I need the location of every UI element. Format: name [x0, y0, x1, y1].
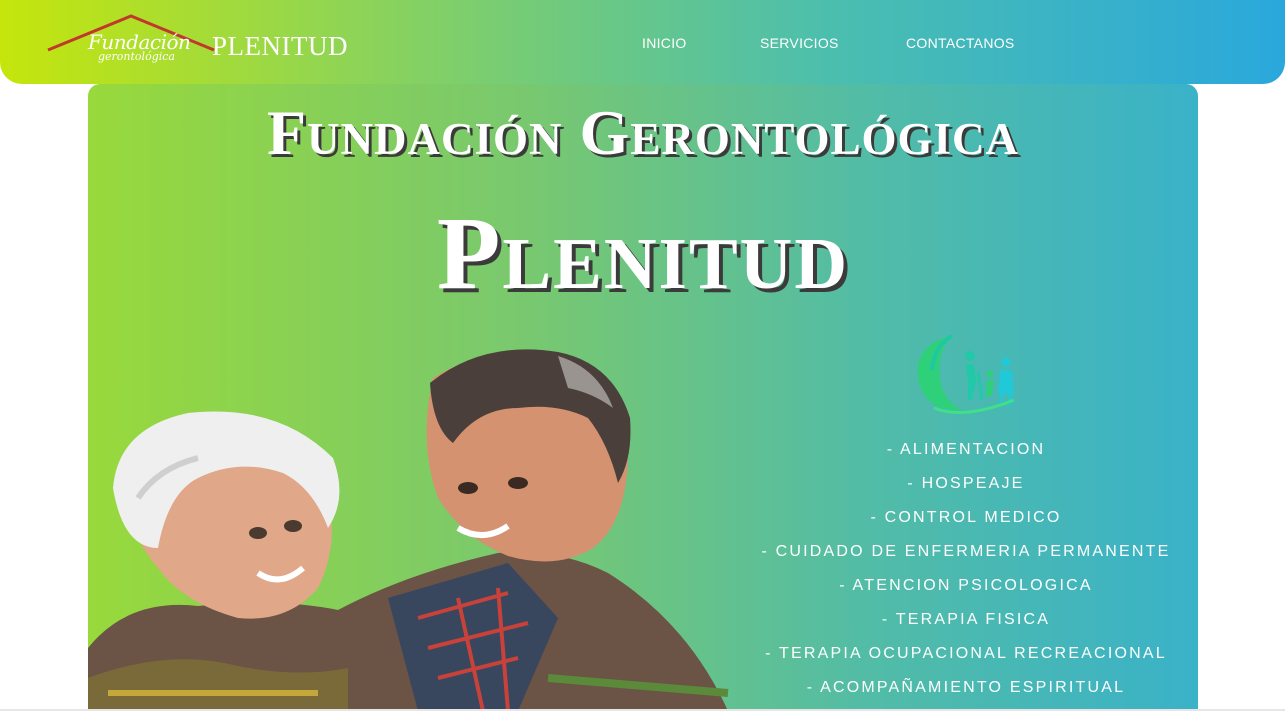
service-item-hospedaje: - HOSPEAJE — [907, 475, 1025, 492]
elderly-care-logo-icon — [917, 334, 1015, 414]
service-item-enfermeria: - CUIDADO DE ENFERMERIA PERMANENTE — [761, 543, 1171, 560]
top-header: Fundación gerontológica PLENITUD INICIO … — [0, 0, 1285, 84]
brand-name[interactable]: PLENITUD — [212, 31, 348, 62]
service-item-alimentacion: - ALIMENTACION — [886, 441, 1046, 458]
services-list: - ALIMENTACION - HOSPEAJE - CONTROL MEDI… — [738, 433, 1194, 705]
service-item-acompanamiento: - ACOMPAÑAMIENTO ESPIRITUAL — [806, 679, 1126, 696]
service-item-terapia-ocupacional: - TERAPIA OCUPACIONAL RECREACIONAL — [765, 645, 1167, 662]
nav-link-inicio[interactable]: INICIO — [642, 35, 687, 51]
service-item-psicologica: - ATENCION PSICOLOGICA — [839, 577, 1093, 594]
hero-title-line1: Fundación Gerontológica — [266, 97, 1020, 168]
service-item-control-medico: - CONTROL MEDICO — [870, 509, 1062, 526]
nav-link-contactanos[interactable]: CONTACTANOS — [906, 35, 1015, 51]
hero-section: Fundación Gerontológica Plenitud - ALIME… — [88, 84, 1198, 711]
service-item-terapia-fisica: - TERAPIA FISICA — [881, 611, 1051, 628]
foundation-logo[interactable]: Fundación gerontológica — [46, 12, 216, 72]
hero-title-line2: Plenitud — [436, 196, 850, 311]
elderly-couple-photo — [88, 349, 729, 711]
logo-text-gerontologica: gerontológica — [98, 50, 175, 63]
nav-link-servicios[interactable]: SERVICIOS — [760, 35, 839, 51]
